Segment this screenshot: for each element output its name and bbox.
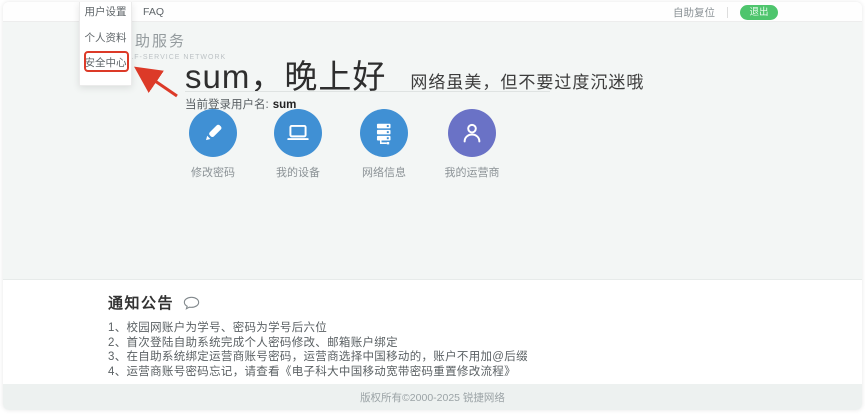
nav-item-faq[interactable]: FAQ [143,2,164,22]
shortcut-change-password[interactable]: 修改密码 [177,109,249,180]
notice-title: 通知公告 [108,292,174,313]
user-settings-dropdown: 用户设置 个人资料 安全中心 [79,2,132,86]
brand-title: 自助服务 [118,30,226,51]
shortcut-label: 网络信息 [348,164,420,180]
laptop-icon [274,109,322,157]
speech-bubble-icon [183,296,200,310]
pencil-icon [189,109,237,157]
shortcut-network-info[interactable]: 网络信息 [348,109,420,180]
topbar-right-group: 自助复位 退出 [673,2,778,22]
app-window: 自助服务 SELF-SERVICE NETWORK sum，晚上好 网络虽美，但… [3,2,862,410]
shortcut-label: 我的设备 [262,164,334,180]
notice-item: 1、校园网账户为学号、密码为学号后六位 [108,321,528,336]
server-icon [360,109,408,157]
person-icon [448,109,496,157]
screenshot-stage: 自助服务 SELF-SERVICE NETWORK sum，晚上好 网络虽美，但… [0,0,865,414]
nav-item-self-reset[interactable]: 自助复位 [673,5,715,20]
vertical-divider [727,7,728,18]
shortcut-label: 修改密码 [177,164,249,180]
nav-item-user-settings[interactable]: 用户设置 [80,2,131,22]
copyright-text: 版权所有©2000-2025 锐捷网络 [360,390,505,405]
greeting-divider [185,91,550,92]
logout-button[interactable]: 退出 [740,5,778,20]
notice-item: 3、在自助系统绑定运营商账号密码，运营商选择中国移动的，账户不用加@后缀 [108,350,528,365]
shortcut-my-devices[interactable]: 我的设备 [262,109,334,180]
notice-header: 通知公告 [108,292,200,313]
motto-text: 网络虽美，但不要过度沉迷哦 [410,68,644,93]
notice-item[interactable]: 4、运营商账号密码忘记，请查看《电子科大中国移动宽带密码重置修改流程》 [108,365,528,380]
notice-section: 通知公告 1、校园网账户为学号、密码为学号后六位 2、首次登陆自助系统完成个人密… [3,280,862,384]
footer: 版权所有©2000-2025 锐捷网络 [3,384,862,410]
menu-item-security-center[interactable]: 安全中心 [80,54,131,72]
shortcut-label: 我的运营商 [436,164,508,180]
shortcut-my-carrier[interactable]: 我的运营商 [436,109,508,180]
notice-item: 2、首次登陆自助系统完成个人密码修改、邮箱账户绑定 [108,336,528,351]
menu-item-profile[interactable]: 个人资料 [80,29,131,47]
notice-list: 1、校园网账户为学号、密码为学号后六位 2、首次登陆自助系统完成个人密码修改、邮… [108,321,528,379]
